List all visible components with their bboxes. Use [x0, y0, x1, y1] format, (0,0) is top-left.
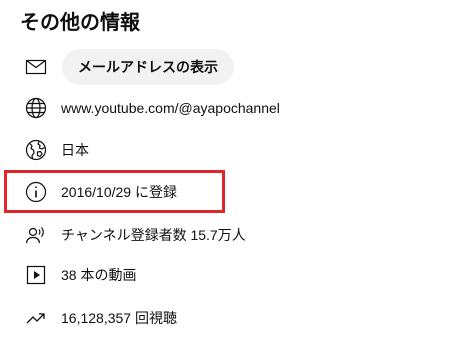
- views-row: 16,128,357 回視聴: [24, 304, 177, 332]
- view-count-text: 16,128,357 回視聴: [61, 310, 177, 326]
- channel-url-link[interactable]: www.youtube.com/@ayapochannel: [61, 98, 280, 118]
- highlight-box: [4, 170, 225, 213]
- trending-up-icon: [24, 306, 48, 330]
- videos-row: 38 本の動画: [24, 261, 136, 289]
- show-email-button[interactable]: メールアドレスの表示: [62, 49, 234, 85]
- mail-icon: [24, 55, 48, 79]
- section-heading: その他の情報: [20, 12, 140, 34]
- subscribers-row: チャンネル登録者数 15.7万人: [24, 221, 246, 249]
- play-square-icon: [24, 263, 48, 287]
- subscriber-count-text: チャンネル登録者数 15.7万人: [61, 227, 246, 243]
- country-row: 日本: [24, 136, 89, 164]
- country-text: 日本: [61, 142, 89, 158]
- video-count-text: 38 本の動画: [61, 267, 137, 283]
- channel-url-row: www.youtube.com/@ayapochannel: [24, 94, 280, 122]
- globe-icon: [24, 96, 48, 120]
- email-row: メールアドレスの表示: [24, 49, 234, 85]
- world-map-icon: [24, 138, 48, 162]
- person-voice-icon: [24, 223, 48, 247]
- channel-about-panel: その他の情報 メールアドレスの表示 www.youtube.com/@ayapo…: [0, 0, 471, 349]
